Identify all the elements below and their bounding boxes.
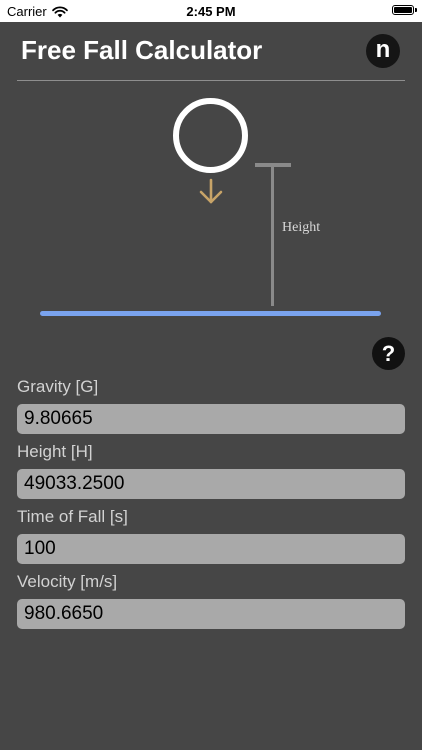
status-time: 2:45 PM: [186, 4, 236, 19]
header-divider: [17, 80, 405, 81]
gravity-label: Gravity [G]: [17, 377, 99, 396]
status-bar: Carrier 2:45 PM: [0, 0, 422, 22]
app-title: Free Fall Calculator: [21, 35, 263, 65]
logo-button[interactable]: n: [366, 34, 400, 68]
ground-line: [40, 311, 381, 316]
height-input[interactable]: [17, 469, 405, 499]
time-of-fall-input[interactable]: [17, 534, 405, 564]
falling-ball: [173, 98, 248, 173]
height-label: Height: [282, 220, 321, 235]
battery-fill: [394, 7, 412, 13]
velocity-input[interactable]: [17, 599, 405, 629]
battery-tip: [415, 8, 417, 12]
arrow-down-icon: [199, 178, 223, 204]
time-of-fall-label: Time of Fall [s]: [17, 507, 128, 526]
gravity-input[interactable]: [17, 404, 405, 434]
free-fall-diagram: Height: [0, 90, 422, 330]
height-marker-stem: [271, 167, 274, 306]
velocity-label: Velocity [m/s]: [17, 572, 118, 591]
help-button[interactable]: ?: [372, 337, 405, 370]
battery-icon: [392, 5, 417, 15]
height-field-label: Height [H]: [17, 442, 93, 461]
